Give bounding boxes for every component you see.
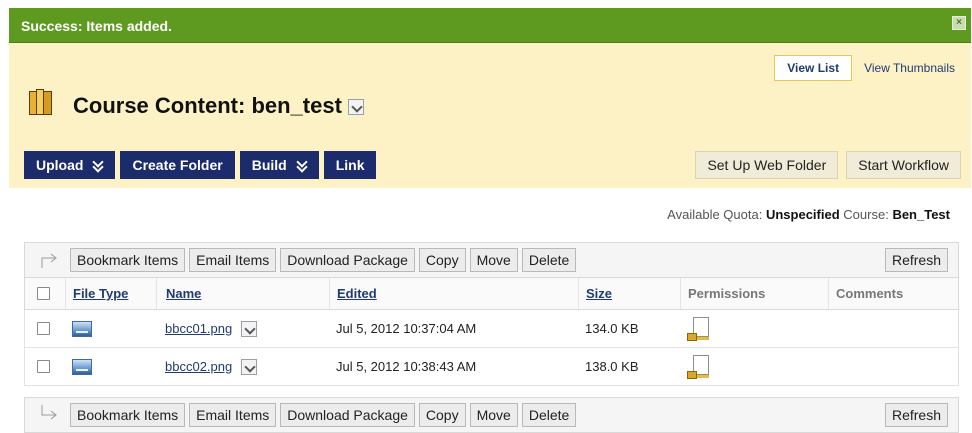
copy-button[interactable]: Copy bbox=[418, 248, 466, 272]
chevron-down-icon[interactable] bbox=[241, 320, 258, 337]
permissions-icon[interactable] bbox=[687, 354, 713, 380]
table-row: bbcc01.png Jul 5, 2012 10:37:04 AM 134.0… bbox=[24, 310, 959, 348]
top-toolbar: Bookmark Items Email Items Download Pack… bbox=[24, 242, 959, 278]
row-checkbox[interactable] bbox=[37, 322, 50, 335]
double-chevron-down-icon bbox=[297, 159, 307, 171]
books-icon bbox=[29, 89, 53, 117]
row-checkbox[interactable] bbox=[37, 360, 50, 373]
size-header[interactable]: Size bbox=[586, 286, 612, 301]
upload-button[interactable]: Upload bbox=[24, 151, 116, 179]
email-items-button[interactable]: Email Items bbox=[189, 248, 277, 272]
course-value: Ben_Test bbox=[892, 207, 950, 222]
edited-date: Jul 5, 2012 10:38:43 AM bbox=[336, 359, 477, 374]
bottom-toolbar: Bookmark Items Email Items Download Pack… bbox=[24, 397, 959, 433]
permissions-icon[interactable] bbox=[687, 316, 713, 342]
quota-label: Available Quota: bbox=[667, 207, 763, 222]
chevron-down-icon[interactable] bbox=[347, 99, 364, 115]
close-icon[interactable]: × bbox=[952, 16, 966, 30]
refresh-button[interactable]: Refresh bbox=[884, 403, 948, 427]
upload-label: Upload bbox=[36, 157, 84, 173]
setup-web-folder-button[interactable]: Set Up Web Folder bbox=[695, 151, 839, 179]
page-title: Course Content: ben_test bbox=[73, 93, 342, 118]
image-file-icon bbox=[72, 358, 92, 375]
name-header[interactable]: Name bbox=[166, 286, 201, 301]
link-button[interactable]: Link bbox=[323, 151, 377, 179]
file-name-link[interactable]: bbcc02.png bbox=[165, 359, 232, 374]
select-all-checkbox[interactable] bbox=[37, 287, 50, 300]
edited-date: Jul 5, 2012 10:37:04 AM bbox=[336, 321, 477, 336]
build-button[interactable]: Build bbox=[239, 151, 319, 179]
corner-arrow-icon bbox=[41, 253, 57, 268]
corner-arrow-icon bbox=[41, 405, 57, 420]
delete-button[interactable]: Delete bbox=[521, 248, 577, 272]
image-file-icon bbox=[72, 320, 92, 337]
permissions-header: Permissions bbox=[688, 286, 766, 301]
course-label: Course: bbox=[843, 207, 889, 222]
view-list-button[interactable]: View List bbox=[774, 55, 853, 81]
start-workflow-button[interactable]: Start Workflow bbox=[846, 151, 961, 179]
move-button[interactable]: Move bbox=[469, 403, 518, 427]
file-name-link[interactable]: bbcc01.png bbox=[165, 321, 232, 336]
table-row: bbcc02.png Jul 5, 2012 10:38:43 AM 138.0… bbox=[24, 348, 959, 386]
quota-value: Unspecified bbox=[765, 207, 840, 222]
build-label: Build bbox=[251, 157, 287, 173]
edited-header[interactable]: Edited bbox=[337, 286, 377, 301]
content-header: View List View Thumbnails Course Content… bbox=[9, 43, 971, 188]
delete-button[interactable]: Delete bbox=[521, 403, 577, 427]
copy-button[interactable]: Copy bbox=[418, 403, 466, 427]
right-actions: Set Up Web Folder Start Workflow bbox=[687, 151, 961, 179]
chevron-down-icon[interactable] bbox=[241, 358, 258, 375]
file-type-header[interactable]: File Type bbox=[73, 286, 128, 301]
file-size: 134.0 KB bbox=[585, 321, 639, 336]
quota-info: Available Quota: Unspecified Course: Ben… bbox=[667, 207, 950, 222]
bookmark-items-button[interactable]: Bookmark Items bbox=[70, 248, 186, 272]
file-table: Bookmark Items Email Items Download Pack… bbox=[24, 242, 959, 433]
comments-header: Comments bbox=[836, 286, 904, 301]
move-button[interactable]: Move bbox=[469, 248, 518, 272]
create-folder-button[interactable]: Create Folder bbox=[120, 151, 235, 179]
view-thumbnails-link[interactable]: View Thumbnails bbox=[864, 61, 955, 75]
table-header: File Type Name Edited Size Permissions C… bbox=[24, 278, 959, 310]
download-package-button[interactable]: Download Package bbox=[280, 403, 415, 427]
title-row: Course Content: ben_test bbox=[29, 87, 364, 119]
double-chevron-down-icon bbox=[93, 159, 103, 171]
refresh-button[interactable]: Refresh bbox=[884, 248, 948, 272]
action-bar: Upload Create Folder Build Link bbox=[24, 151, 381, 179]
email-items-button[interactable]: Email Items bbox=[189, 403, 277, 427]
bookmark-items-button[interactable]: Bookmark Items bbox=[70, 403, 186, 427]
file-size: 138.0 KB bbox=[585, 359, 639, 374]
success-message: Success: Items added. bbox=[21, 18, 172, 34]
view-toggle: View List View Thumbnails bbox=[774, 55, 955, 81]
download-package-button[interactable]: Download Package bbox=[280, 248, 415, 272]
success-bar: Success: Items added. × bbox=[9, 8, 971, 43]
